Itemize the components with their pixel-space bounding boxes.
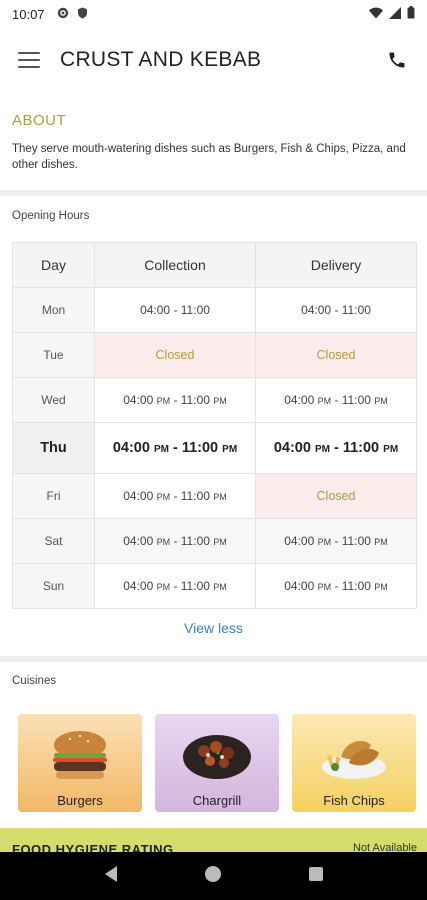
shield-icon (77, 7, 88, 22)
time-slot-cell: 04:00 PM - 11:00 PM (94, 473, 256, 519)
time-slot-cell: 04:00 - 11:00 (94, 287, 256, 333)
app-bar: CRUST AND KEBAB (0, 36, 427, 84)
hygiene-status: Not Available (352, 842, 417, 852)
hours-row: Sat 04:00 PM - 11:00 PM 04:00 PM - 11:00 P… (12, 518, 417, 564)
phone-icon[interactable] (385, 48, 409, 72)
day-cell: Sun (12, 563, 95, 609)
cuisine-card-chargrill[interactable]: Chargrill (155, 714, 279, 812)
table-header-row: Day Collection Delivery (12, 242, 417, 288)
closed-cell: Closed (255, 332, 417, 378)
day-cell: Thu (12, 422, 95, 474)
about-text: They serve mouth-watering dishes such as… (12, 143, 406, 171)
closed-cell: Closed (94, 332, 256, 378)
view-less-link[interactable]: View less (0, 620, 427, 636)
fish-chips-icon (292, 722, 416, 788)
time-slot-cell: 04:00 PM - 11:00 PM (255, 377, 417, 423)
time-slot-cell: 04:00 PM - 11:00 PM (255, 518, 417, 564)
header-day: Day (12, 242, 95, 288)
home-icon[interactable] (204, 865, 222, 888)
day-cell: Mon (12, 287, 95, 333)
day-cell: Fri (12, 473, 95, 519)
header-collection: Collection (94, 242, 256, 288)
cuisine-card-fish-chips[interactable]: Fish Chips (292, 714, 416, 812)
cuisine-label: Fish Chips (323, 793, 385, 808)
wifi-icon (369, 7, 383, 22)
hygiene-title: FOOD HYGIENE RATING (12, 842, 174, 852)
time-slot-cell: 04:00 PM - 11:00 PM (94, 422, 256, 474)
cuisine-label: Burgers (57, 793, 103, 808)
header-delivery: Delivery (255, 242, 417, 288)
settings-icon (57, 7, 69, 22)
day-cell: Wed (12, 377, 95, 423)
opening-hours-table: Day Collection Delivery Mon 04:00 - 11:00… (12, 242, 417, 609)
cuisines-label: Cuisines (12, 675, 57, 687)
about-section: ABOUT They serve mouth-watering dishes s… (12, 112, 415, 173)
hygiene-rating-banner: FOOD HYGIENE RATING Not Available (0, 828, 427, 852)
battery-icon (407, 6, 415, 22)
hours-row: Fri 04:00 PM - 11:00 PM Closed (12, 473, 417, 519)
time-slot-cell: 04:00 - 11:00 (255, 287, 417, 333)
system-nav-bar (0, 852, 427, 900)
closed-cell: Closed (255, 473, 417, 519)
chargrill-icon (155, 722, 279, 788)
time-slot-cell: 04:00 PM - 11:00 PM (255, 422, 417, 474)
cuisines-list: Burgers Chargrill Fish Chips (18, 714, 416, 812)
signal-icon (389, 6, 401, 22)
hours-row: Sun 04:00 PM - 11:00 PM 04:00 PM - 11:00 P… (12, 563, 417, 609)
day-cell: Sat (12, 518, 95, 564)
cuisine-card-burgers[interactable]: Burgers (18, 714, 142, 812)
time-slot-cell: 04:00 PM - 11:00 PM (255, 563, 417, 609)
time-slot-cell: 04:00 PM - 11:00 PM (94, 377, 256, 423)
hours-row: Tue Closed Closed (12, 332, 417, 378)
time-slot-cell: 04:00 PM - 11:00 PM (94, 518, 256, 564)
page-title: CRUST AND KEBAB (60, 48, 262, 71)
burger-icon (18, 722, 142, 788)
about-heading: ABOUT (12, 112, 67, 129)
menu-icon[interactable] (18, 52, 40, 68)
divider (0, 190, 427, 196)
hours-row: Thu 04:00 PM - 11:00 PM 04:00 PM - 11:00 P… (12, 422, 417, 474)
recents-icon[interactable] (308, 866, 324, 887)
hours-row: Mon 04:00 - 11:00 04:00 - 11:00 (12, 287, 417, 333)
time-slot-cell: 04:00 PM - 11:00 PM (94, 563, 256, 609)
day-cell: Tue (12, 332, 95, 378)
status-time: 10:07 (12, 6, 45, 22)
status-bar: 10:07 (0, 0, 427, 28)
opening-hours-label: Opening Hours (12, 210, 90, 222)
back-icon[interactable] (103, 865, 119, 888)
hours-row: Wed 04:00 PM - 11:00 PM 04:00 PM - 11:00 P… (12, 377, 417, 423)
cuisine-label: Chargrill (192, 793, 242, 808)
divider (0, 656, 427, 662)
